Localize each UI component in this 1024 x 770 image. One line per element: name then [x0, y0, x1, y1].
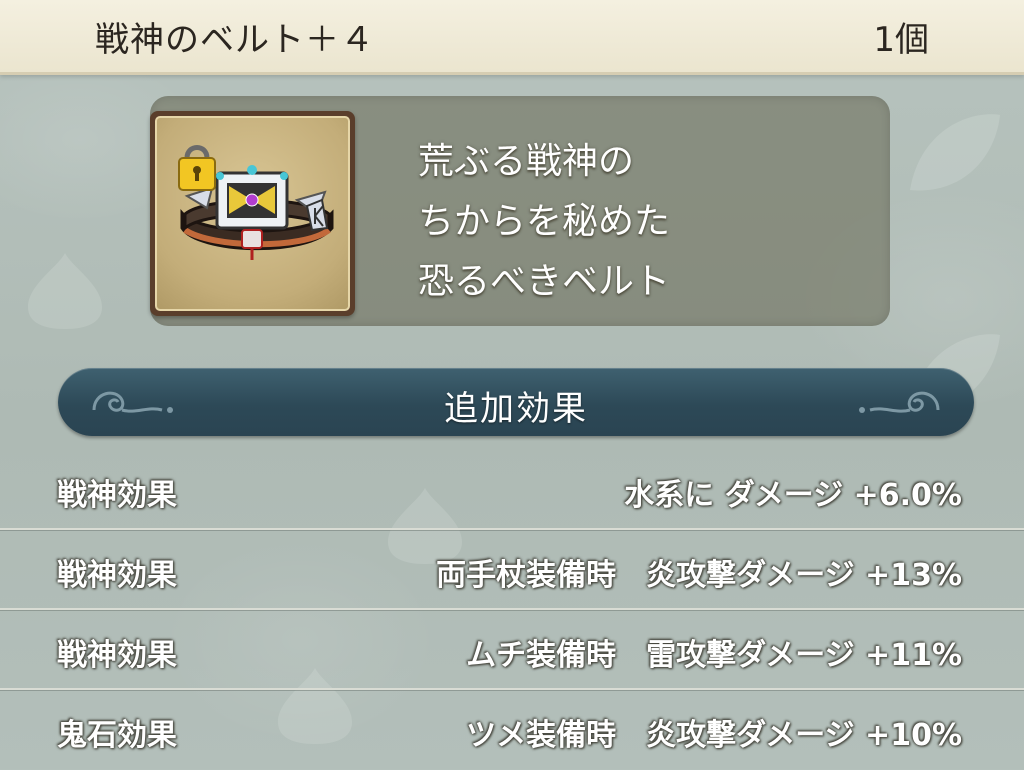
description-line: ちからを秘めた [418, 201, 671, 242]
effect-label: 戦神効果 [57, 478, 177, 513]
lock-icon [178, 145, 216, 191]
item-count: 1個 [873, 20, 929, 60]
effect-value: 水系に ダメージ +6.0% [624, 478, 962, 513]
item-header: 戦神のベルト＋４ 1個 [0, 0, 1024, 75]
section-banner: 追加効果 [58, 368, 974, 436]
effect-label: 戦神効果 [57, 638, 177, 673]
effect-row: 戦神効果 水系に ダメージ +6.0% [0, 450, 1024, 530]
leaf-watermark-icon [910, 114, 1000, 191]
item-icon-frame[interactable] [150, 111, 355, 316]
effect-value: ツメ装備時 炎攻撃ダメージ +10% [466, 718, 962, 753]
effect-label: 戦神効果 [57, 558, 177, 593]
belt-icon [178, 145, 334, 260]
item-name: 戦神のベルト＋４ [95, 20, 375, 60]
effect-row: 戦神効果 ムチ装備時 雷攻撃ダメージ +11% [0, 610, 1024, 690]
description-line: 恐るべきベルト [418, 261, 671, 302]
item-description: 荒ぶる戦神の ちからを秘めた 恐るべきベルト [418, 132, 670, 312]
effect-value: 両手杖装備時 炎攻撃ダメージ +13% [436, 558, 962, 593]
effect-label: 鬼石効果 [57, 718, 177, 753]
slime-watermark-icon [28, 253, 102, 329]
effect-value: ムチ装備時 雷攻撃ダメージ +11% [466, 638, 962, 673]
section-title: 追加効果 [444, 389, 588, 429]
effect-row: 戦神効果 両手杖装備時 炎攻撃ダメージ +13% [0, 530, 1024, 610]
effect-row: 鬼石効果 ツメ装備時 炎攻撃ダメージ +10% [0, 690, 1024, 770]
description-line: 荒ぶる戦神の [418, 141, 635, 182]
